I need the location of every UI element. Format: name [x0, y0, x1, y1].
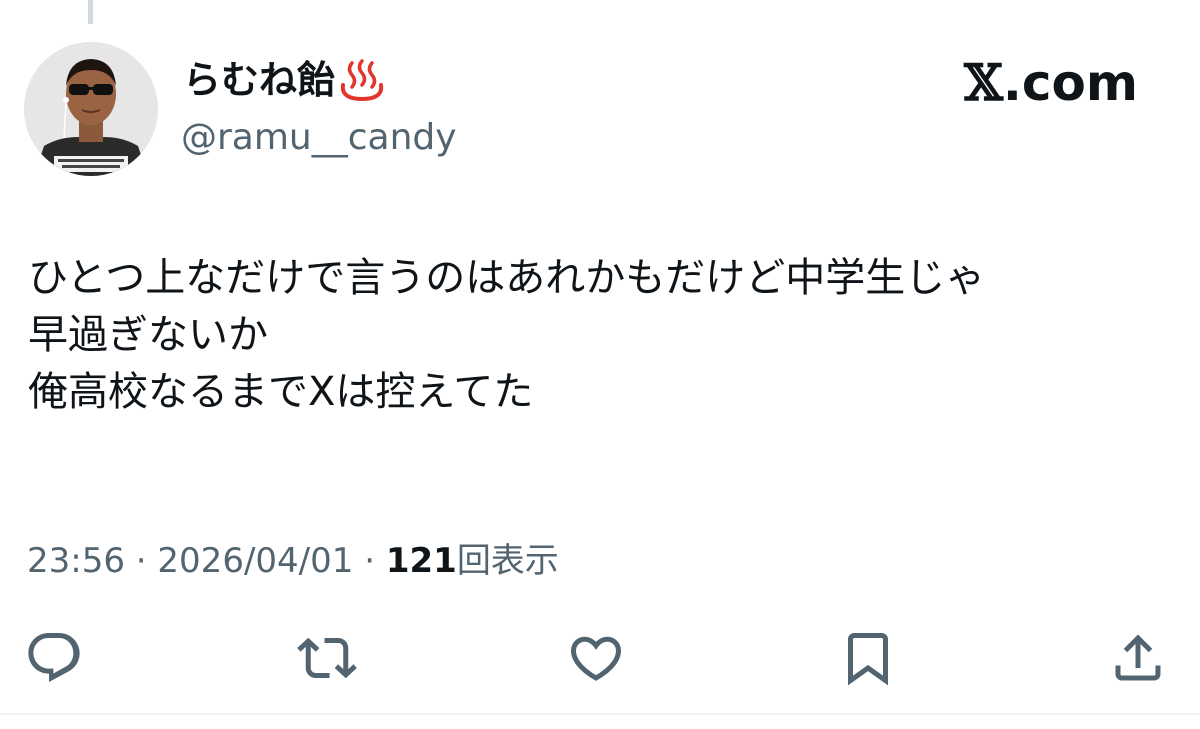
tweet-card: らむね飴 @ramu__candy 𝕏 .com ひとつ上なだけで言うのはあれか…: [0, 0, 1200, 729]
divider: [0, 713, 1200, 715]
like-icon: [570, 636, 622, 681]
views-label: 回表示: [456, 541, 559, 581]
tweet-date[interactable]: 2026/04/01: [157, 541, 353, 581]
share-icon: [1115, 634, 1161, 681]
reply-icon: [28, 633, 80, 682]
tweet-time[interactable]: 23:56: [27, 541, 125, 581]
thread-connector-line: [88, 0, 93, 24]
bookmark-icon: [848, 633, 888, 686]
tweet-text-line: 俺高校なるまでXは控えてた: [28, 369, 534, 415]
display-name[interactable]: らむね飴: [183, 52, 387, 108]
hot-springs-icon: [337, 55, 387, 105]
repost-button[interactable]: [297, 628, 357, 688]
avatar-image: [24, 42, 158, 176]
avatar[interactable]: [24, 42, 158, 176]
views-count: 121: [385, 541, 457, 581]
meta-separator: ·: [364, 541, 376, 581]
tweet-metadata: 23:56 · 2026/04/01 · 121回表示: [27, 535, 559, 587]
repost-icon: [297, 637, 357, 679]
bookmark-button[interactable]: [838, 628, 898, 688]
display-name-text: らむね飴: [183, 58, 336, 102]
x-com-watermark: 𝕏 .com: [964, 52, 1138, 114]
meta-separator: ·: [135, 541, 147, 581]
reply-button[interactable]: [24, 628, 84, 688]
tweet-action-bar: [0, 620, 1200, 696]
tweet-text-line: 早過ぎないか: [28, 312, 268, 358]
like-button[interactable]: [566, 628, 626, 688]
brand-domain: .com: [1002, 54, 1138, 112]
tweet-text-line: ひとつ上なだけで言うのはあれかもだけど中学生じゃ: [28, 255, 986, 301]
user-handle[interactable]: @ramu__candy: [181, 112, 457, 164]
x-logo-icon: 𝕏: [964, 53, 1003, 112]
share-button[interactable]: [1108, 628, 1168, 688]
tweet-text: ひとつ上なだけで言うのはあれかもだけど中学生じゃ 早過ぎないか 俺高校なるまでX…: [28, 250, 1178, 421]
